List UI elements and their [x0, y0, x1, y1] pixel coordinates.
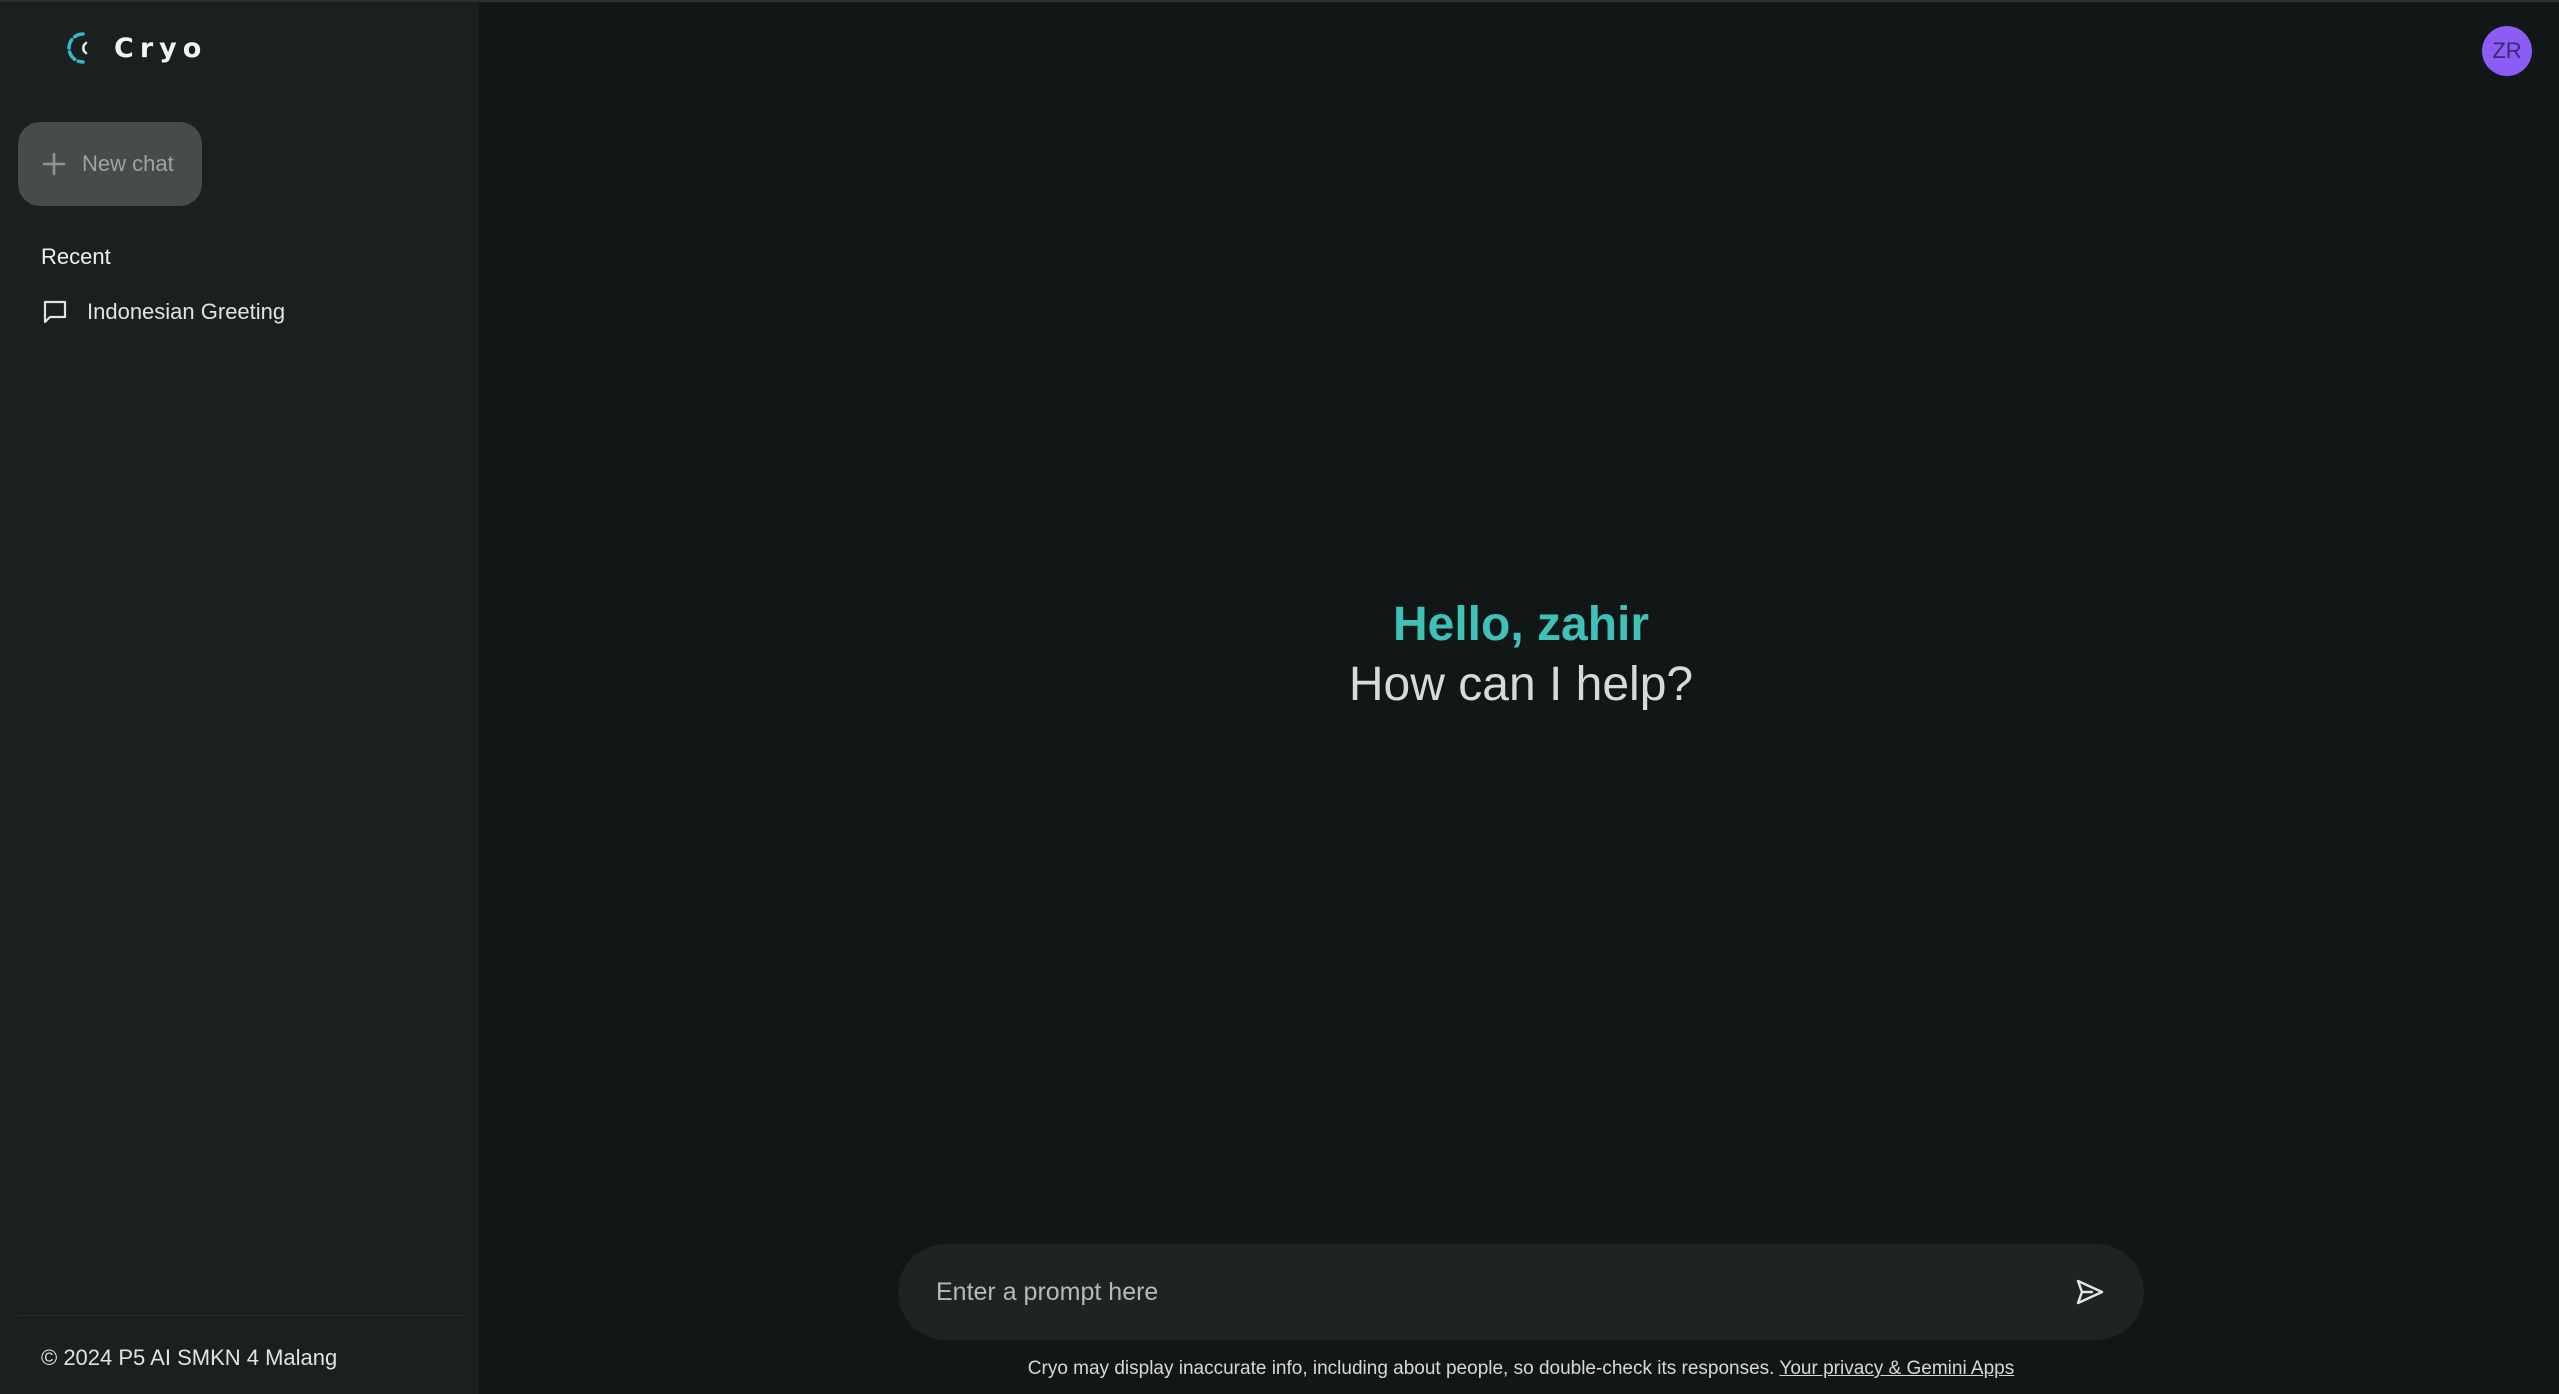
- recent-chat-item[interactable]: Indonesian Greeting: [41, 295, 285, 329]
- prompt-bar: [898, 1244, 2144, 1340]
- privacy-link[interactable]: Your privacy & Gemini Apps: [1779, 1358, 2014, 1379]
- sidebar: Cryo New chat Recent Indonesian Greeting…: [0, 2, 479, 1394]
- recent-chat-label: Indonesian Greeting: [87, 299, 286, 324]
- send-button[interactable]: [2070, 1272, 2110, 1312]
- disclaimer: Cryo may display inaccurate info, includ…: [898, 1358, 2144, 1380]
- copyright-footer: © 2024 P5 AI SMKN 4 Malang: [41, 1345, 338, 1370]
- disclaimer-text: Cryo may display inaccurate info, includ…: [1027, 1358, 1775, 1379]
- brand-name: Cryo: [114, 32, 208, 64]
- chat-bubble-icon: [43, 300, 67, 324]
- new-chat-label: New chat: [82, 151, 174, 176]
- user-avatar[interactable]: ZR: [2482, 26, 2532, 76]
- recent-heading: Recent: [41, 244, 111, 269]
- greeting-question: How can I help?: [1348, 658, 1694, 711]
- new-chat-button[interactable]: New chat: [18, 122, 202, 206]
- cryo-logo-icon: [67, 32, 88, 64]
- send-icon: [2076, 1279, 2104, 1305]
- greeting-hello: Hello, zahir: [1392, 598, 1650, 651]
- app-window: Cryo New chat Recent Indonesian Greeting…: [0, 0, 2559, 1394]
- plus-icon: [42, 152, 66, 176]
- brand[interactable]: Cryo: [64, 30, 207, 66]
- prompt-input[interactable]: [934, 1276, 2070, 1308]
- sidebar-divider: [18, 1315, 466, 1316]
- greeting: Hello, zahir How can I help?: [1021, 595, 2021, 715]
